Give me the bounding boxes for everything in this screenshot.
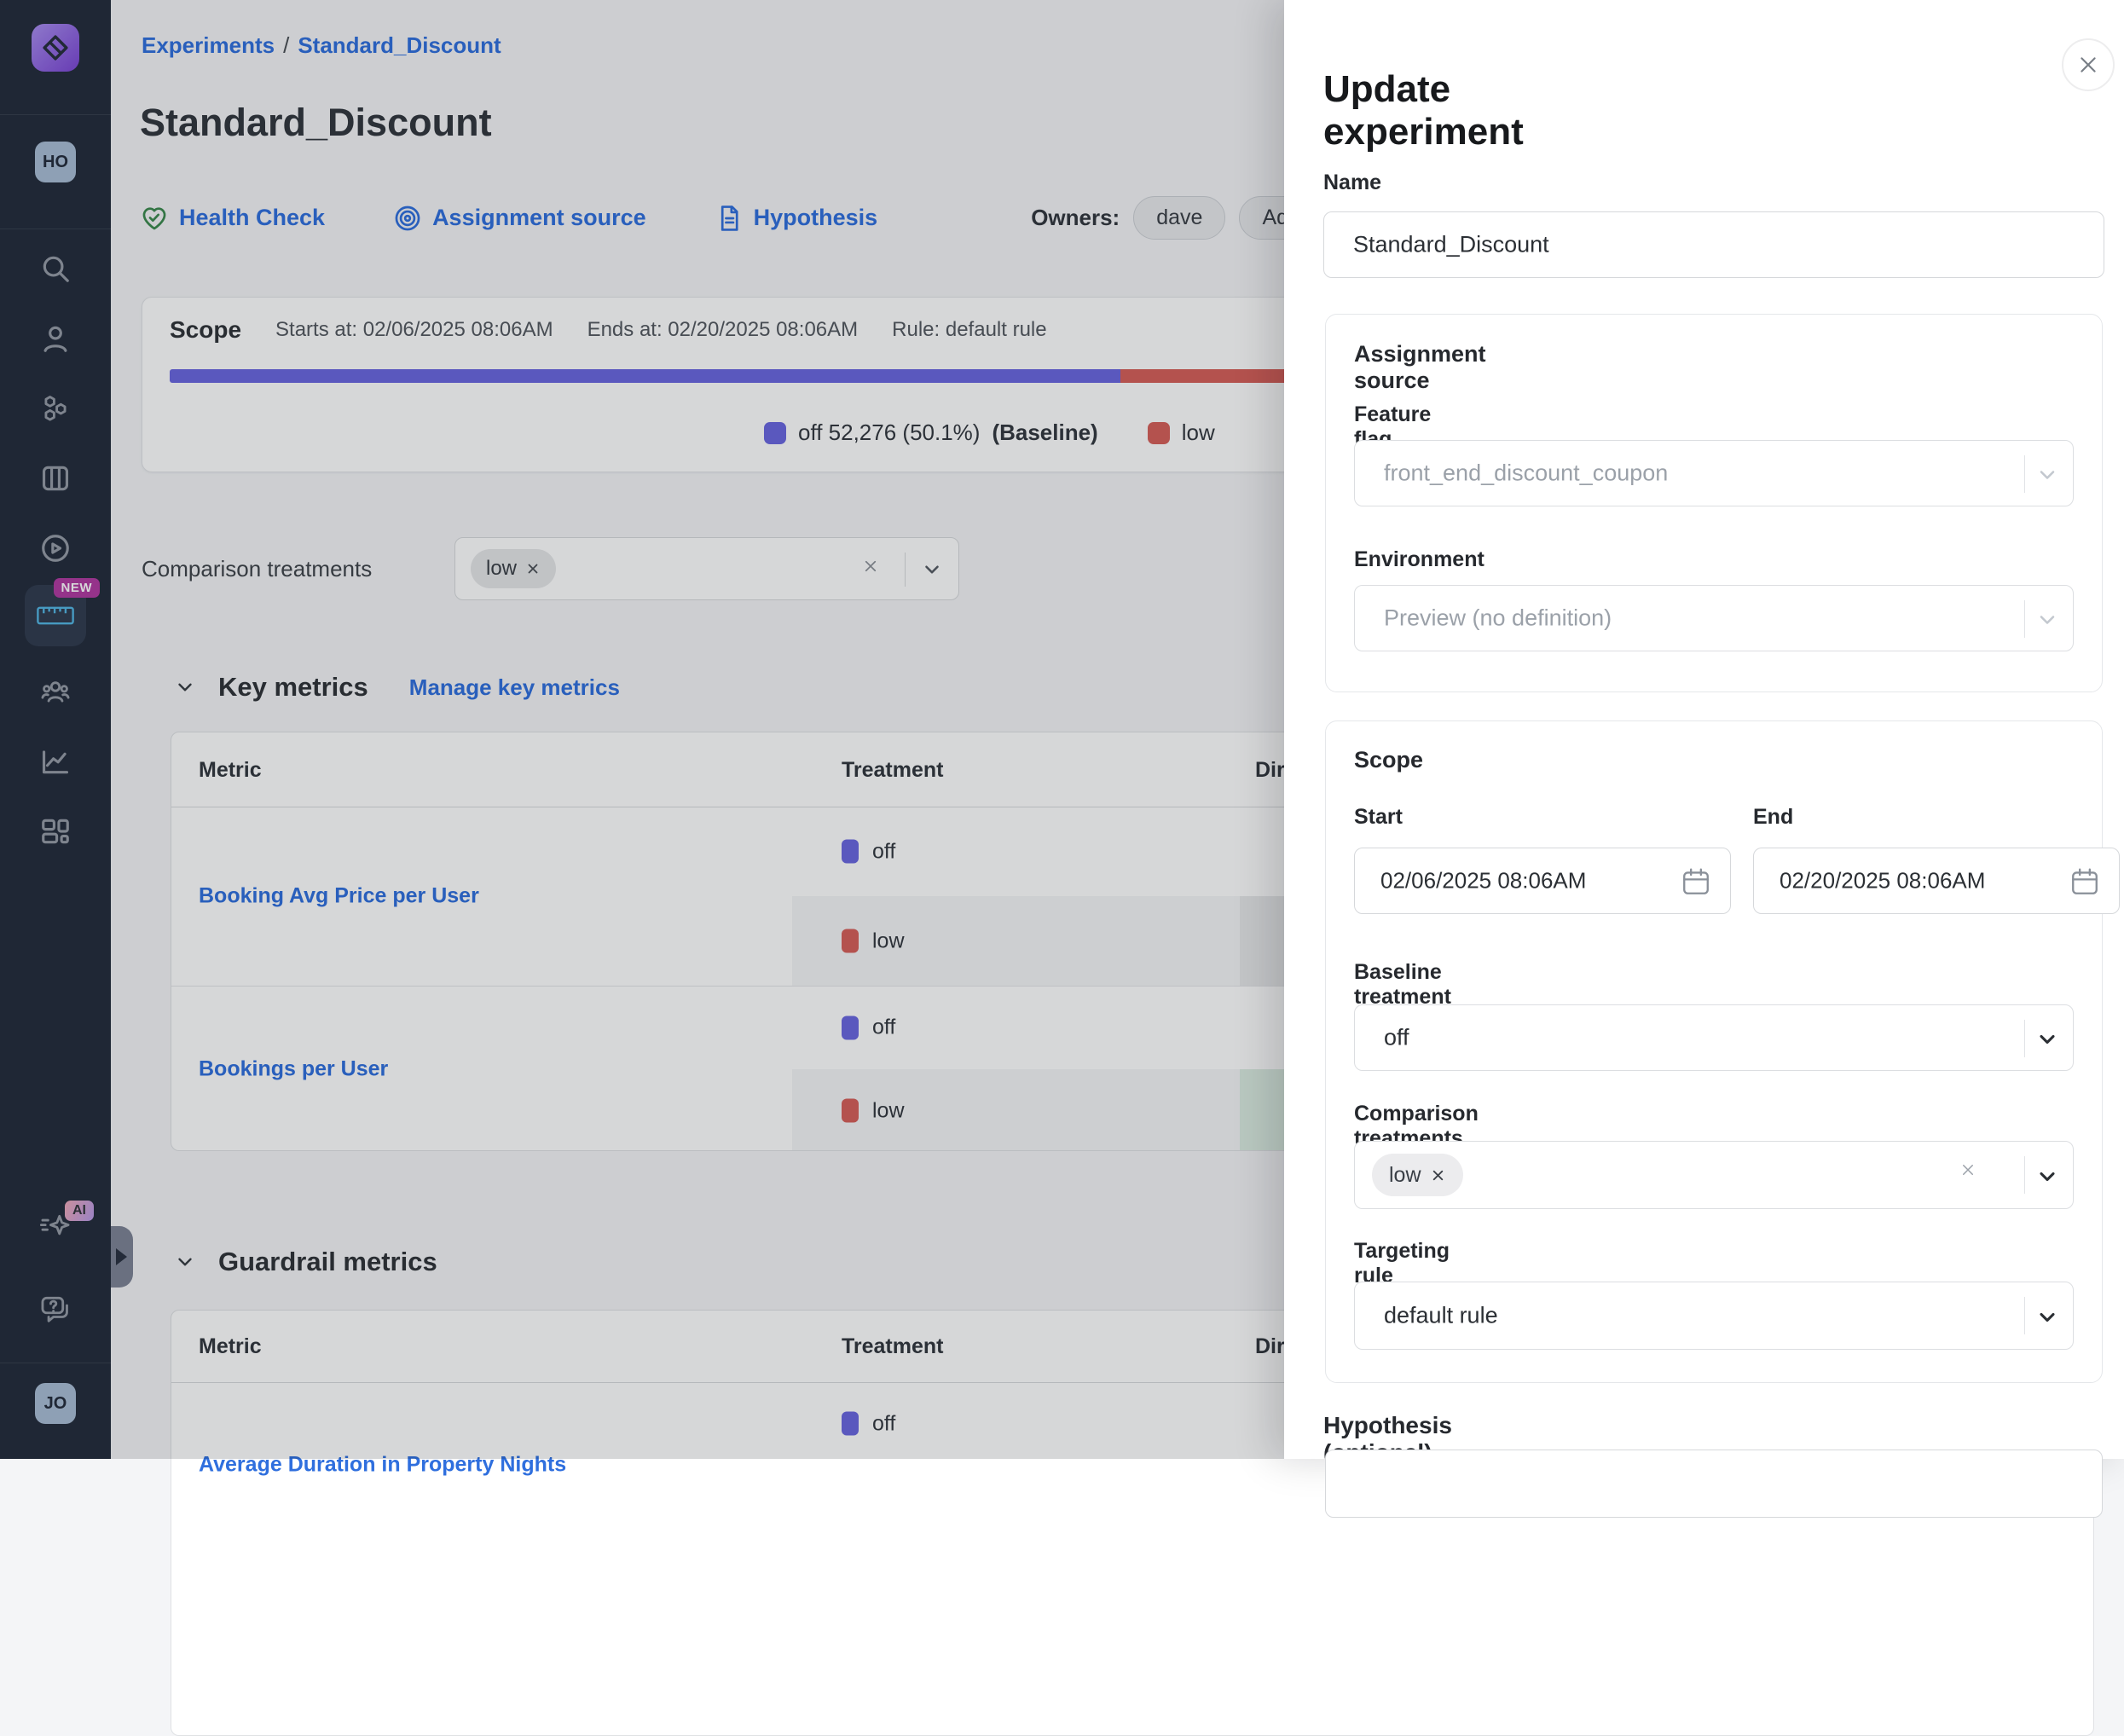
baseline-treatment-select[interactable]: off	[1354, 1004, 2074, 1071]
treatment-chip-low[interactable]: low	[471, 549, 556, 588]
scope-starts-at: Starts at: 02/06/2025 08:06AM	[275, 318, 553, 342]
guardrail-metrics-header: Guardrail metrics	[174, 1247, 437, 1277]
legend-swatch-off	[764, 422, 786, 444]
page-title: Standard_Discount	[140, 101, 492, 145]
chevron-down-icon	[2035, 463, 2059, 487]
scope-rule: Rule: default rule	[892, 318, 1046, 342]
col-header-treatment: Treatment	[842, 1334, 943, 1359]
end-label: End	[1753, 805, 1793, 830]
targeting-rule-select[interactable]: default rule	[1354, 1282, 2074, 1350]
environment-select[interactable]: Preview (no definition)	[1354, 585, 2074, 651]
scope-legend: off 52,276 (50.1%) (Baseline) low	[764, 420, 1215, 446]
calendar-icon[interactable]	[2069, 866, 2100, 897]
ruler-icon	[37, 605, 74, 626]
environment-label: Environment	[1354, 547, 1484, 572]
end-date-input[interactable]: 02/20/2025 08:06AM	[1753, 848, 2120, 914]
document-icon	[715, 204, 744, 233]
comparison-treatments-select[interactable]: low	[454, 537, 959, 600]
chevron-down-icon	[2035, 608, 2059, 632]
select-divider	[905, 553, 906, 587]
heart-check-icon	[140, 204, 169, 233]
col-header-treatment: Treatment	[842, 758, 943, 783]
name-label: Name	[1323, 171, 1381, 195]
key-metrics-title: Key metrics	[218, 672, 368, 703]
target-icon	[393, 204, 422, 233]
guardrail-metrics-title: Guardrail metrics	[218, 1247, 437, 1277]
scope-form-heading: Scope	[1354, 747, 1423, 773]
chevron-down-icon[interactable]	[921, 558, 943, 581]
user-avatar[interactable]: JO	[35, 1383, 76, 1424]
chip-remove-icon[interactable]	[1430, 1167, 1446, 1183]
metric-link[interactable]: Booking Avg Price per User	[199, 884, 479, 909]
scope-ends-at: Ends at: 02/20/2025 08:06AM	[587, 318, 859, 342]
treatment-swatch-off	[842, 1016, 859, 1039]
app-logo-icon[interactable]	[32, 24, 79, 72]
chevron-down-icon[interactable]	[2035, 1165, 2059, 1189]
breadcrumb: Experiments/Standard_Discount	[142, 32, 501, 59]
new-badge: NEW	[54, 578, 101, 598]
legend-swatch-low	[1148, 422, 1170, 444]
feature-gates-icon[interactable]	[39, 392, 72, 425]
chevron-down-icon[interactable]	[2035, 1305, 2059, 1329]
sidebar-divider	[0, 114, 111, 115]
drawer-title: Update experiment	[1323, 68, 1524, 153]
breadcrumb-current-link[interactable]: Standard_Discount	[298, 32, 501, 58]
treatment-swatch-off	[842, 1412, 859, 1436]
tab-row: Health Check Assignment source Hypothesi…	[140, 196, 1346, 240]
name-input[interactable]: Standard_Discount	[1323, 211, 2104, 278]
audiences-people-icon[interactable]	[39, 675, 72, 708]
chip-remove-icon[interactable]	[525, 561, 541, 576]
help-chat-icon[interactable]	[39, 1293, 72, 1325]
assignment-source-heading: Assignment source	[1354, 341, 1486, 394]
workspace-avatar[interactable]: HO	[35, 142, 76, 182]
treatment-swatch-off	[842, 840, 859, 864]
col-header-metric: Metric	[199, 758, 262, 783]
dashboards-grid-icon[interactable]	[39, 815, 72, 848]
users-icon[interactable]	[39, 322, 72, 355]
sidebar: HO NEW AI JO	[0, 0, 111, 1459]
start-date-input[interactable]: 02/06/2025 08:06AM	[1354, 848, 1731, 914]
treatment-chip-low[interactable]: low	[1372, 1154, 1463, 1196]
comparison-treatments-label: Comparison treatments	[142, 556, 454, 582]
breadcrumb-experiments-link[interactable]: Experiments	[142, 32, 275, 58]
experiments-columns-icon[interactable]	[39, 462, 72, 495]
dynamic-config-play-icon[interactable]	[39, 532, 72, 564]
manage-key-metrics-link[interactable]: Manage key metrics	[409, 674, 620, 701]
tab-hypothesis[interactable]: Hypothesis	[715, 204, 878, 233]
sidebar-expand-handle[interactable]	[111, 1226, 133, 1288]
comparison-treatments-multiselect[interactable]: low	[1354, 1141, 2074, 1209]
collapse-chevron-icon[interactable]	[174, 1251, 196, 1273]
collapse-chevron-icon[interactable]	[174, 676, 196, 698]
close-icon	[2077, 54, 2099, 76]
key-metrics-header: Key metrics Manage key metrics	[174, 672, 620, 703]
chevron-down-icon[interactable]	[2035, 1027, 2059, 1051]
tab-assignment-source[interactable]: Assignment source	[393, 204, 646, 233]
scope-title: Scope	[170, 316, 241, 344]
col-header-metric: Metric	[199, 1334, 262, 1359]
clear-selection-icon[interactable]	[863, 558, 885, 581]
sidebar-item-metrics-active[interactable]: NEW	[25, 585, 86, 646]
analytics-chart-icon[interactable]	[39, 745, 72, 778]
calendar-icon[interactable]	[1681, 866, 1711, 897]
comparison-treatments-row: Comparison treatments low	[142, 537, 959, 600]
owners-label: Owners:	[1031, 205, 1120, 231]
legend-item-low: low	[1148, 420, 1215, 446]
ai-badge: AI	[65, 1201, 94, 1221]
treatment-swatch-low	[842, 929, 859, 953]
owner-chip[interactable]: dave	[1133, 196, 1225, 240]
legend-item-off: off 52,276 (50.1%) (Baseline)	[764, 420, 1098, 446]
bar-segment-off	[170, 369, 1120, 383]
start-label: Start	[1354, 805, 1403, 830]
clear-selection-icon[interactable]	[1960, 1162, 1984, 1186]
tab-health-check[interactable]: Health Check	[140, 204, 325, 233]
feature-flag-select[interactable]: front_end_discount_coupon	[1354, 440, 2074, 506]
search-icon[interactable]	[39, 252, 72, 285]
baseline-treatment-label: Baseline treatment	[1354, 960, 1451, 1010]
metric-link[interactable]: Average Duration in Property Nights	[199, 1453, 566, 1478]
metric-link[interactable]: Bookings per User	[199, 1056, 388, 1081]
expand-arrow-icon	[116, 1248, 127, 1265]
close-button[interactable]	[2062, 38, 2115, 91]
treatment-swatch-low	[842, 1099, 859, 1123]
